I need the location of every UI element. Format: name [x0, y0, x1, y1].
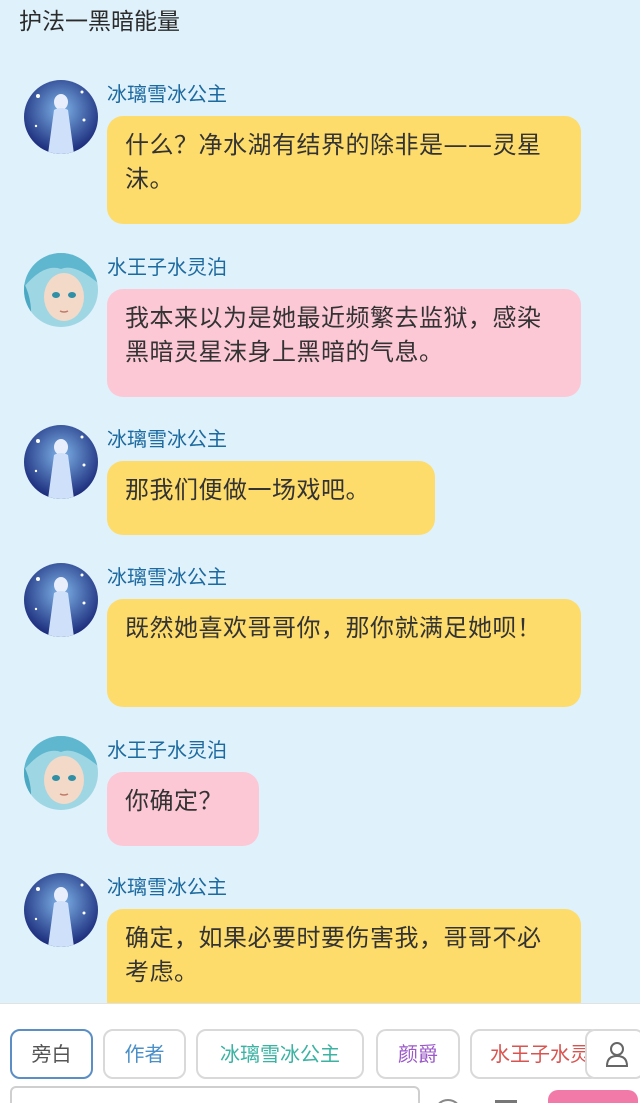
sender-name: 冰璃雪冰公主: [107, 565, 227, 589]
prince-avatar[interactable]: [24, 253, 98, 327]
sender-name: 冰璃雪冰公主: [107, 82, 227, 106]
message-input[interactable]: [10, 1086, 420, 1103]
prince-avatar[interactable]: [24, 736, 98, 810]
sender-name: 冰璃雪冰公主: [107, 875, 227, 899]
add-role-button[interactable]: [585, 1029, 640, 1079]
sender-name: 冰璃雪冰公主: [107, 427, 227, 451]
role-chip-princess[interactable]: 冰璃雪冰公主: [196, 1029, 364, 1079]
princess-avatar[interactable]: [24, 873, 98, 947]
message-bubble: 什么？净水湖有结界的除非是——灵星沫。: [107, 116, 581, 224]
header: 护法一黑暗能量: [0, 0, 640, 50]
message-bubble: 既然她喜欢哥哥你，那你就满足她呗！: [107, 599, 581, 707]
princess-avatar[interactable]: [24, 80, 98, 154]
role-selector-bar: 旁白 作者 冰璃雪冰公主 颜爵 水王子水灵泊: [0, 1003, 640, 1103]
sender-name: 水王子水灵泊: [107, 255, 227, 279]
sender-name: 水王子水灵泊: [107, 738, 227, 762]
message-bubble: 你确定？: [107, 772, 259, 846]
princess-avatar[interactable]: [24, 563, 98, 637]
message-bubble: 我本来以为是她最近频繁去监狱，感染黑暗灵星沫身上黑暗的气息。: [107, 289, 581, 397]
role-chip-prince[interactable]: 水王子水灵泊: [470, 1029, 600, 1079]
role-chip-author[interactable]: 作者: [103, 1029, 186, 1079]
page-title: 护法一黑暗能量: [19, 9, 180, 35]
role-chip-narrator[interactable]: 旁白: [10, 1029, 93, 1079]
role-chip-yanjue[interactable]: 颜爵: [376, 1029, 460, 1079]
send-button[interactable]: [548, 1090, 638, 1103]
emoji-button[interactable]: [434, 1099, 462, 1103]
message-bubble: 确定，如果必要时要伤害我，哥哥不必考虑。: [107, 909, 581, 1017]
person-icon: [605, 1041, 629, 1071]
princess-avatar[interactable]: [24, 425, 98, 499]
message-bubble: 那我们便做一场戏吧。: [107, 461, 435, 535]
